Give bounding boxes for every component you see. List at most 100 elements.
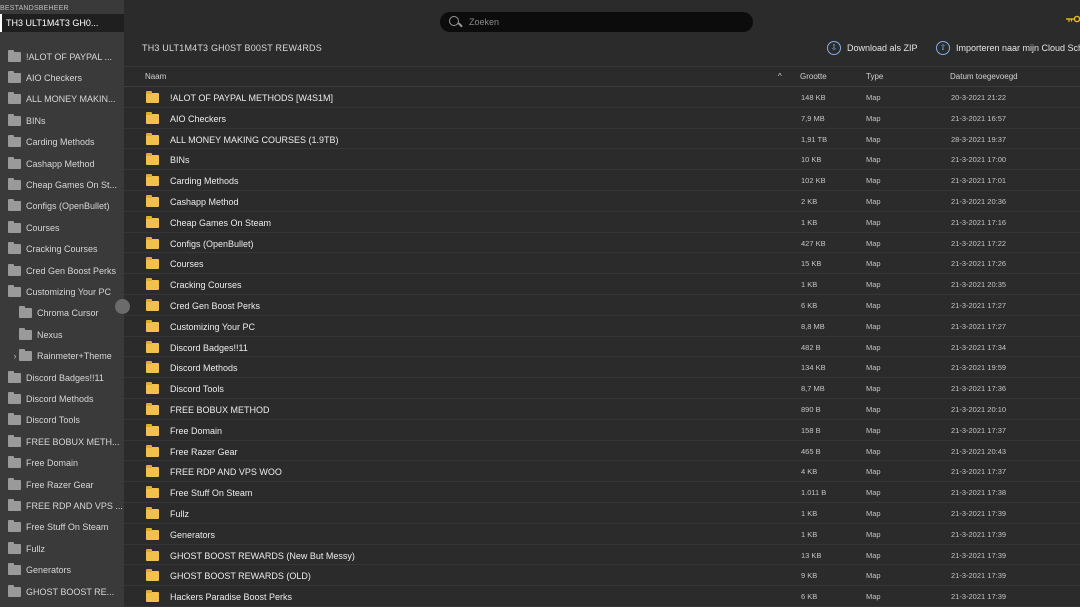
table-row[interactable]: Cashapp Method 2 KB Map 21-3-2021 20:36 — [124, 191, 1080, 212]
table-row[interactable]: Customizing Your PC 8,8 MB Map 21-3-2021 17… — [124, 316, 1080, 337]
sidebar-item[interactable]: › Rainmeter+Theme — [0, 346, 124, 367]
sidebar-item[interactable]: Discord Methods — [0, 388, 124, 409]
sidebar-item[interactable]: Free Stuff On Steam — [0, 517, 124, 538]
file-name: Free Razer Gear — [170, 446, 238, 457]
file-size: 15 KB — [801, 259, 822, 269]
sort-ascending-icon[interactable]: ^ — [778, 72, 782, 81]
sidebar-root-folder[interactable]: TH3 ULT1M4T3 GH0... — [0, 14, 124, 32]
table-row[interactable]: Carding Methods 102 KB Map 21-3-2021 17:01 — [124, 170, 1080, 191]
sidebar-item[interactable]: Cracking Courses — [0, 239, 124, 260]
file-type: Map — [866, 197, 881, 206]
table-row[interactable]: ALL MONEY MAKING COURSES (1.9TB) 1,91 TB M… — [124, 129, 1080, 150]
table-row[interactable]: GHOST BOOST REWARDS (New But Messy) 13 KB… — [124, 545, 1080, 566]
sidebar-item[interactable]: AIO Checkers — [0, 67, 124, 88]
sidebar-item[interactable]: Free Domain — [0, 453, 124, 474]
file-name: Generators — [170, 529, 216, 540]
file-size: 482 B — [801, 342, 821, 352]
sidebar-item[interactable]: Courses — [0, 217, 124, 238]
sidebar-item[interactable]: FREE BOBUX METH... — [0, 431, 124, 452]
sidebar-item[interactable]: BINs — [0, 110, 124, 131]
table-row[interactable]: FREE BOBUX METHOD 890 B Map 21-3-2021 20:10 — [124, 399, 1080, 420]
folder-icon — [146, 486, 159, 499]
table-row[interactable]: Free Razer Gear 465 B Map 21-3-2021 20:43 — [124, 441, 1080, 462]
column-header-date[interactable]: Datum toegevoegd — [950, 72, 1018, 81]
file-date: 21-3-2021 20:36 — [951, 197, 1007, 206]
sidebar-item[interactable]: Nexus — [0, 324, 124, 345]
sidebar-item[interactable]: Configs (OpenBullet) — [0, 196, 124, 217]
sidebar-item[interactable]: Discord Badges!!11 — [0, 367, 124, 388]
sidebar-item-label: Cracking Courses — [26, 244, 98, 255]
file-type: Map — [866, 571, 881, 581]
sidebar-item[interactable]: Cheap Games On St... — [0, 174, 124, 195]
folder-icon — [8, 156, 21, 169]
sidebar-item[interactable]: Fullz — [0, 538, 124, 559]
sidebar-item[interactable]: Free Razer Gear — [0, 474, 124, 495]
file-date: 20-3-2021 21:22 — [951, 93, 1007, 102]
folder-icon — [8, 563, 21, 576]
table-row[interactable]: Configs (OpenBullet) 427 KB Map 21-3-2021 1… — [124, 233, 1080, 254]
folder-icon — [146, 257, 159, 270]
file-size: 13 KB — [801, 550, 822, 560]
table-row[interactable]: Hackers Paradise Boost Perks 6 KB Map 21-3-… — [124, 586, 1080, 607]
table-row[interactable]: Cracking Courses 1 KB Map 21-3-2021 20:35 — [124, 274, 1080, 295]
search-input[interactable] — [469, 17, 729, 27]
file-list-header: Naam ^ Grootte Type Datum toegevoegd — [124, 66, 1080, 87]
sidebar-item[interactable]: Cashapp Method — [0, 153, 124, 174]
file-date: 21-3-2021 17:39 — [951, 529, 1007, 539]
sidebar-item[interactable]: Carding Methods — [0, 132, 124, 153]
table-row[interactable]: Discord Tools 8,7 MB Map 21-3-2021 17:36 — [124, 378, 1080, 399]
sidebar-item[interactable]: ALL MONEY MAKIN... — [0, 89, 124, 110]
file-size: 8,8 MB — [801, 321, 825, 331]
import-cloud-button[interactable]: ⇧ Importeren naar mijn Cloud Sch — [936, 40, 1080, 56]
table-row[interactable]: AIO Checkers 7,9 MB Map 21-3-2021 16:57 — [124, 108, 1080, 129]
sidebar-item[interactable]: !ALOT OF PAYPAL ... — [0, 46, 124, 67]
table-row[interactable]: Free Stuff On Steam 1.011 B Map 21-3-2021 1… — [124, 482, 1080, 503]
key-icon[interactable] — [1066, 14, 1080, 24]
column-header-type[interactable]: Type — [866, 72, 883, 81]
folder-icon — [8, 541, 21, 554]
file-date: 21-3-2021 17:27 — [951, 301, 1007, 310]
column-header-size[interactable]: Grootte — [800, 72, 827, 81]
sidebar-item[interactable]: FREE RDP AND VPS ... — [0, 495, 124, 516]
table-row[interactable]: Free Domain 158 B Map 21-3-2021 17:37 — [124, 420, 1080, 441]
file-type: Map — [866, 446, 881, 456]
table-row[interactable]: Discord Badges!!11 482 B Map 21-3-2021 17:3… — [124, 337, 1080, 358]
sidebar-item[interactable]: Chroma Cursor — [0, 303, 124, 324]
sidebar-item[interactable]: Customizing Your PC — [0, 281, 124, 302]
table-row[interactable]: GHOST BOOST REWARDS (OLD) 9 KB Map 21-3-202… — [124, 565, 1080, 587]
file-type: Map — [866, 113, 881, 123]
chevron-right-icon[interactable]: › — [11, 351, 19, 361]
search-bar[interactable] — [440, 12, 753, 32]
file-type: Map — [866, 134, 881, 144]
table-row[interactable]: Generators 1 KB Map 21-3-2021 17:39 — [124, 524, 1080, 545]
file-name: Carding Methods — [170, 176, 239, 187]
file-type: Map — [866, 425, 881, 435]
download-zip-button[interactable]: ⇩ Download als ZIP — [827, 40, 918, 56]
sidebar-item-label: Free Domain — [26, 458, 79, 469]
file-size: 6 KB — [801, 592, 818, 602]
table-row[interactable]: Discord Methods 134 KB Map 21-3-2021 19:59 — [124, 357, 1080, 379]
file-name: Fullz — [170, 509, 190, 519]
folder-icon — [146, 111, 159, 124]
file-date: 21-3-2021 17:39 — [951, 550, 1007, 560]
table-row[interactable]: BINs 10 KB Map 21-3-2021 17:00 — [124, 149, 1080, 171]
table-row[interactable]: Courses 15 KB Map 21-3-2021 17:26 — [124, 253, 1080, 275]
file-date: 21-3-2021 17:39 — [951, 571, 1007, 581]
sidebar-item[interactable]: GHOST BOOST RE... — [0, 581, 124, 602]
table-row[interactable]: FREE RDP AND VPS WOO 4 KB Map 21-3-2021 17:… — [124, 461, 1080, 483]
sidebar-item[interactable]: Cred Gen Boost Perks — [0, 260, 124, 281]
column-header-name[interactable]: Naam — [145, 72, 166, 81]
sidebar-item-label: Customizing Your PC — [26, 286, 112, 297]
file-type: Map — [866, 529, 881, 539]
table-row[interactable]: !ALOT OF PAYPAL METHODS [W4S1M] 148 KB Map… — [124, 87, 1080, 108]
folder-icon — [146, 299, 159, 311]
table-row[interactable]: Cheap Games On Steam 1 KB Map 21-3-2021 17:… — [124, 212, 1080, 233]
table-row[interactable]: Cred Gen Boost Perks 6 KB Map 21-3-2021 17:… — [124, 295, 1080, 316]
table-row[interactable]: Fullz 1 KB Map 21-3-2021 17:39 — [124, 503, 1080, 524]
file-date: 21-3-2021 17:27 — [951, 321, 1007, 331]
file-size: 148 KB — [801, 93, 826, 102]
file-date: 28-3-2021 19:37 — [951, 134, 1007, 144]
sidebar-item[interactable]: Generators — [0, 560, 124, 581]
sidebar-item-label: Cashapp Method — [26, 158, 95, 169]
sidebar-item[interactable]: Discord Tools — [0, 410, 124, 431]
